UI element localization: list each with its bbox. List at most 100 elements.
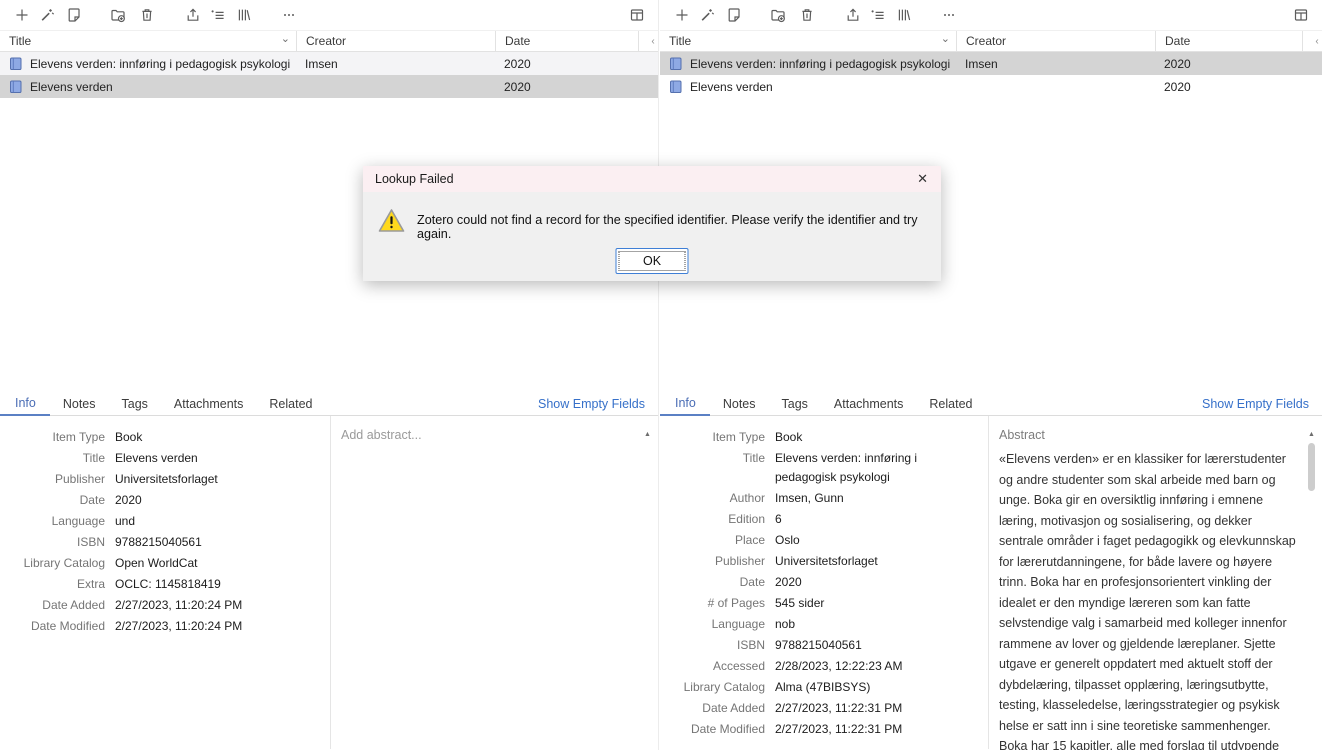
table-row[interactable]: Elevens verden 2020 — [0, 75, 658, 98]
library-icon[interactable] — [895, 6, 913, 24]
column-header-creator[interactable]: Creator — [296, 31, 495, 51]
tab-tags[interactable]: Tags — [769, 392, 821, 415]
ok-button[interactable]: OK — [616, 248, 689, 274]
field-value[interactable]: Oslo — [775, 531, 988, 550]
column-picker-icon[interactable] — [628, 6, 646, 24]
column-header-creator[interactable]: Creator — [956, 31, 1155, 51]
column-header-date[interactable]: Date — [1155, 31, 1302, 51]
export-icon[interactable] — [184, 6, 202, 24]
dialog-titlebar: Lookup Failed ✕ — [363, 166, 941, 192]
field-row: AuthorImsen, Gunn — [660, 489, 988, 508]
field-row: TitleElevens verden: innføring i pedagog… — [660, 449, 988, 487]
tab-related[interactable]: Related — [916, 392, 985, 415]
field-row: Date Added2/27/2023, 11:22:31 PM — [660, 699, 988, 718]
field-value[interactable]: Imsen, Gunn — [775, 489, 988, 508]
field-value[interactable]: 6 — [775, 510, 988, 529]
library-icon[interactable] — [235, 6, 253, 24]
field-value[interactable]: 2/28/2023, 12:22:23 AM — [775, 657, 988, 676]
field-value[interactable]: OCLC: 1145818419 — [115, 575, 330, 594]
field-value[interactable]: Universitetsforlaget — [775, 552, 988, 571]
info-content: Item TypeBook TitleElevens verden Publis… — [0, 416, 658, 749]
field-row: Library CatalogAlma (47BIBSYS) — [660, 678, 988, 697]
table-row[interactable]: Elevens verden: innføring i pedagogisk p… — [0, 52, 658, 75]
field-value[interactable]: 2/27/2023, 11:22:31 PM — [775, 699, 988, 718]
field-value[interactable]: 2020 — [115, 491, 330, 510]
tab-tags[interactable]: Tags — [109, 392, 161, 415]
field-value[interactable]: Elevens verden: innføring i pedagogisk p… — [775, 449, 988, 487]
column-header-title[interactable]: Title ⌄ — [0, 31, 296, 51]
abstract-text[interactable]: «Elevens verden» er en klassiker for lær… — [999, 449, 1297, 750]
pane-collapse-icon[interactable]: ‹ — [638, 31, 658, 51]
field-value[interactable]: Alma (47BIBSYS) — [775, 678, 988, 697]
tab-info[interactable]: Info — [660, 392, 710, 416]
scrollbar: ▲ — [1305, 428, 1318, 749]
new-collection-icon[interactable] — [109, 6, 127, 24]
tab-attachments[interactable]: Attachments — [161, 392, 256, 415]
export-icon[interactable] — [844, 6, 862, 24]
field-row: Date2020 — [0, 491, 330, 510]
abstract-placeholder[interactable]: Add abstract... — [341, 428, 633, 442]
field-row: PublisherUniversitetsforlaget — [0, 470, 330, 489]
scrollbar-thumb[interactable] — [1308, 443, 1315, 491]
table-row[interactable]: Elevens verden 2020 — [660, 75, 1322, 98]
column-title-label: Title — [669, 34, 691, 48]
show-empty-fields-link[interactable]: Show Empty Fields — [1202, 392, 1309, 415]
pane-collapse-icon[interactable]: ‹ — [1302, 31, 1322, 51]
zotero-app: Title ⌄ Creator Date ‹ Elevens verden: i… — [0, 0, 1322, 750]
tab-related[interactable]: Related — [256, 392, 325, 415]
lookup-failed-dialog: Lookup Failed ✕ Zotero could not find a … — [363, 166, 941, 281]
field-value[interactable]: 545 sider — [775, 594, 988, 613]
new-note-icon[interactable] — [65, 6, 83, 24]
scroll-up-icon[interactable]: ▲ — [644, 428, 651, 440]
field-value[interactable]: Open WorldCat — [115, 554, 330, 573]
add-by-identifier-icon[interactable] — [698, 6, 716, 24]
field-row: Edition6 — [660, 510, 988, 529]
field-value[interactable]: Universitetsforlaget — [115, 470, 330, 489]
trash-icon[interactable] — [138, 6, 156, 24]
close-icon[interactable]: ✕ — [913, 169, 932, 189]
field-value[interactable]: 9788215040561 — [775, 636, 988, 655]
toolbar-left — [0, 0, 658, 30]
field-row: Date Modified2/27/2023, 11:20:24 PM — [0, 617, 330, 636]
field-value[interactable]: Book — [115, 428, 330, 447]
scroll-up-icon[interactable]: ▲ — [1308, 428, 1315, 440]
notes-list-icon[interactable] — [209, 6, 227, 24]
notes-list-icon[interactable] — [869, 6, 887, 24]
item-details-pane-right: Info Notes Tags Attachments Related Show… — [660, 392, 1322, 750]
field-row: ExtraOCLC: 1145818419 — [0, 575, 330, 594]
more-options-icon[interactable] — [280, 6, 298, 24]
field-value[interactable]: 2/27/2023, 11:22:31 PM — [775, 720, 988, 739]
tab-info[interactable]: Info — [0, 392, 50, 416]
trash-icon[interactable] — [798, 6, 816, 24]
warning-icon — [378, 208, 405, 233]
field-value[interactable]: 9788215040561 — [115, 533, 330, 552]
new-collection-icon[interactable] — [769, 6, 787, 24]
field-row: TitleElevens verden — [0, 449, 330, 468]
dialog-body: Zotero could not find a record for the s… — [363, 192, 941, 281]
tab-notes[interactable]: Notes — [50, 392, 109, 415]
new-note-icon[interactable] — [725, 6, 743, 24]
tab-attachments[interactable]: Attachments — [821, 392, 916, 415]
add-by-identifier-icon[interactable] — [38, 6, 56, 24]
show-empty-fields-link[interactable]: Show Empty Fields — [538, 392, 645, 415]
field-row: Date2020 — [660, 573, 988, 592]
more-options-icon[interactable] — [940, 6, 958, 24]
table-header: Title ⌄ Creator Date ‹ — [0, 30, 658, 52]
column-header-title[interactable]: Title ⌄ — [660, 31, 956, 51]
field-row: ISBN9788215040561 — [0, 533, 330, 552]
sort-chevron-down-icon: ⌄ — [941, 35, 950, 43]
field-value[interactable]: Book — [775, 428, 988, 447]
column-header-date[interactable]: Date — [495, 31, 638, 51]
column-picker-icon[interactable] — [1292, 6, 1310, 24]
new-item-icon[interactable] — [673, 6, 691, 24]
table-row[interactable]: Elevens verden: innføring i pedagogisk p… — [660, 52, 1322, 75]
field-value[interactable]: 2/27/2023, 11:20:24 PM — [115, 617, 330, 636]
field-value[interactable]: und — [115, 512, 330, 531]
field-value[interactable]: 2020 — [775, 573, 988, 592]
new-item-icon[interactable] — [13, 6, 31, 24]
field-value[interactable]: nob — [775, 615, 988, 634]
abstract-section: Add abstract... ▲ — [330, 416, 658, 749]
tab-notes[interactable]: Notes — [710, 392, 769, 415]
field-value[interactable]: Elevens verden — [115, 449, 330, 468]
field-value[interactable]: 2/27/2023, 11:20:24 PM — [115, 596, 330, 615]
